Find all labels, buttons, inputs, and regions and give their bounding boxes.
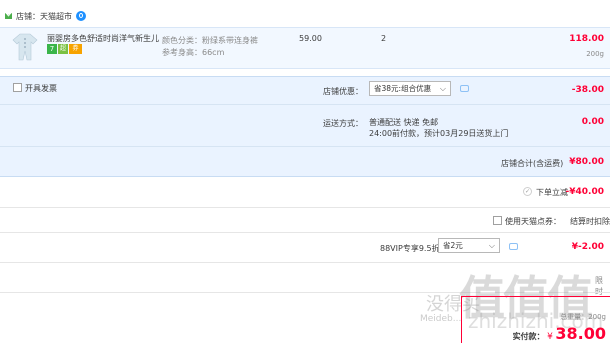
shop-name-link[interactable]: 天猫超市 [40, 11, 72, 22]
product-title-link[interactable]: 丽婴房多色舒适时尚洋气新生儿... [47, 33, 159, 44]
shop-total-amount: ¥80.00 [569, 157, 604, 167]
shipping-eta: 24:00前付款，预计03月29日送货上门 [369, 129, 509, 138]
shipping-amount: 0.00 [581, 117, 604, 127]
tmall-points-checkbox[interactable] [493, 216, 502, 225]
instant-discount-check-icon: ✓ [523, 187, 532, 196]
shipping-label: 运送方式： [323, 119, 363, 128]
actual-payment-amount: 38.00 [555, 324, 606, 343]
coupon-badge: 券 [69, 44, 82, 54]
row-divider [0, 232, 610, 233]
product-subtotal: 118.00 [569, 34, 604, 44]
shop-discount-label: 店铺优惠： [323, 87, 363, 96]
product-quantity: 2 [381, 34, 387, 43]
wangwang-chat-icon[interactable] [76, 11, 86, 21]
vip-discount-label: 88VIP专享9.5折 [380, 244, 440, 253]
vip-discount-select[interactable]: 省2元 ⌵ [438, 238, 500, 253]
product-thumbnail[interactable] [10, 31, 40, 63]
product-badges: 7 超 券 [47, 44, 82, 54]
chevron-down-icon: ⌵ [488, 241, 495, 250]
shop-discount-amount: -38.00 [571, 85, 604, 95]
shop-discount-select[interactable]: 省38元:组合优惠 ⌵ [369, 81, 451, 96]
product-weight: 200g [586, 50, 604, 58]
total-weight: 总重量：200g [560, 312, 606, 322]
invoice-checkbox[interactable] [13, 83, 22, 92]
watermark-url-1: Meideb... [420, 314, 462, 324]
shop-discount-select-value: 省38元:组合优惠 [374, 84, 432, 93]
instant-discount-label: 下单立减 [536, 188, 568, 197]
discount-info-icon[interactable] [460, 85, 469, 92]
actual-payment-label: 实付款： [512, 332, 545, 341]
seven-day-return-badge: 7 [47, 44, 57, 54]
tmall-supermarket-badge: 超 [58, 44, 68, 54]
vip-discount-select-value: 省2元 [443, 241, 463, 250]
shop-total-label: 店铺合计(含运费) [501, 159, 564, 168]
vip-discount-amount: ¥-2.00 [571, 242, 604, 252]
product-unit-price: 59.00 [299, 34, 322, 43]
shipping-method: 普通配送 快递 免邮 [369, 118, 439, 127]
actual-payment-currency: ¥ [547, 332, 553, 342]
tmall-points-label: 使用天猫点券： [505, 217, 561, 226]
product-spec-height: 参考身高：66cm [162, 48, 225, 57]
tmall-points-deduction: 结算时扣除 [570, 217, 610, 226]
shop-header: 店铺： 天猫超市 [4, 9, 86, 23]
total-weight-label: 总重量： [560, 313, 589, 321]
actual-payment: 实付款： ¥ 38.00 [513, 324, 606, 343]
product-spec-color: 颜色分类：粉绿系带连身裤 [162, 36, 258, 45]
invoice-label: 开具发票 [25, 84, 57, 93]
shop-label: 店铺： [16, 11, 40, 21]
total-weight-value: 200g [588, 313, 606, 321]
chevron-down-icon: ⌵ [439, 84, 446, 93]
options-divider [0, 104, 610, 105]
limited-time-label: 限时 [595, 276, 603, 296]
instant-discount-amount: -¥40.00 [565, 187, 604, 197]
row-divider [0, 207, 610, 208]
options-divider-2 [0, 146, 610, 147]
shop-icon [4, 12, 13, 20]
vip-info-icon[interactable] [509, 243, 518, 250]
